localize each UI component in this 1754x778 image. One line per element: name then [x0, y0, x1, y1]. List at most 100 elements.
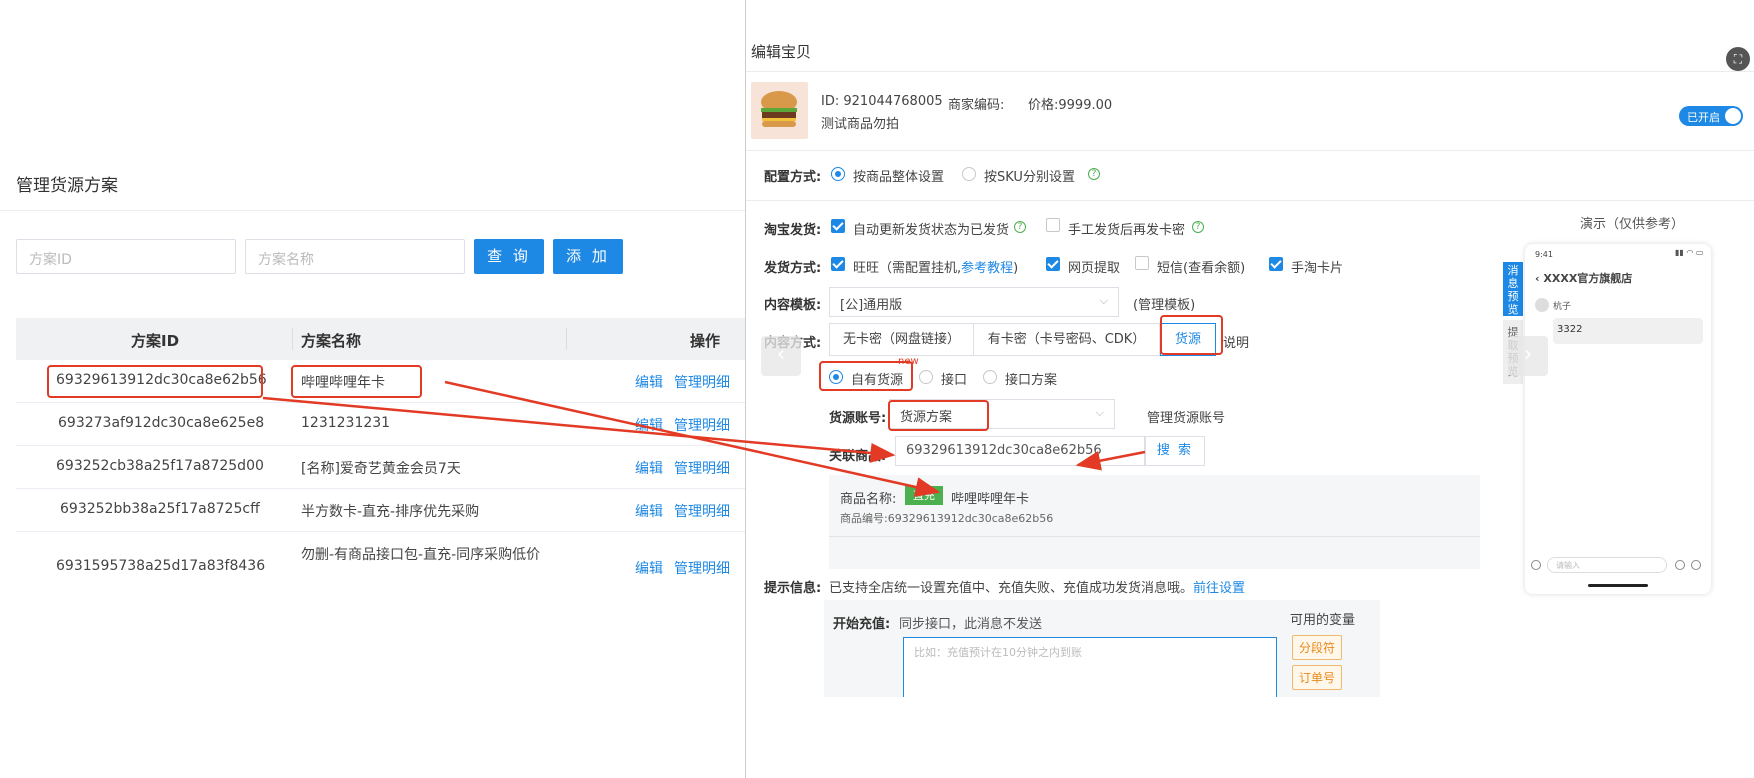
tips-label: 提示信息: — [764, 581, 822, 596]
chevron-down-icon: ⌵ — [1095, 406, 1104, 419]
manage-detail-link[interactable]: 管理明细 — [674, 501, 730, 521]
manage-detail-link[interactable]: 管理明细 — [674, 558, 730, 578]
signal-icon: ▮▮ ◠ ▭ — [1675, 248, 1704, 257]
row-name: [名称]爱奇艺黄金会员7天 — [301, 461, 461, 477]
help-link[interactable]: 说明 — [1223, 332, 1249, 351]
own-source-radio[interactable] — [829, 370, 843, 384]
row-id: 693252cb38a25f17a8725d00 — [56, 458, 264, 474]
row-name: 1231231231 — [301, 415, 391, 431]
go-settings-link[interactable]: 前往设置 — [1193, 581, 1245, 596]
sms-label: 短信 — [1157, 261, 1184, 276]
manage-source-panel: 管理货源方案 方案ID 方案名称 查 询 添 加 方案ID 方案名称 操作 69… — [0, 0, 745, 778]
carousel-prev-icon-left[interactable]: ‹ — [761, 336, 801, 376]
api-radio[interactable] — [919, 370, 933, 384]
carousel-prev-icon[interactable]: › — [1508, 336, 1548, 376]
manage-template-link[interactable]: (管理模板) — [1133, 294, 1195, 313]
add-button[interactable]: 添 加 — [553, 239, 623, 274]
product-image — [751, 82, 808, 139]
page-title: 管理货源方案 — [16, 176, 118, 196]
divider — [746, 150, 1754, 151]
search-button[interactable]: 搜 索 — [1145, 436, 1205, 466]
manual-resend-label: 手工发货后再发卡密 — [1068, 223, 1186, 238]
tips-text: 已支持全店统一设置充值中、充值失败、充值成功发货消息哦。前往设置 — [829, 581, 1246, 596]
divider — [0, 210, 745, 211]
enabled-toggle[interactable]: 已开启 — [1679, 106, 1743, 126]
sms-checkbox[interactable] — [1135, 256, 1149, 270]
help-icon[interactable]: ? — [1088, 168, 1100, 180]
template-select[interactable]: [公]通用版 ⌵ — [829, 287, 1119, 317]
recharge-box: 开始充值: 同步接口，此消息不发送 比如：充值预计在10分钟之内到账 可用的变量… — [824, 600, 1380, 697]
divider — [746, 200, 1754, 201]
source-account-select[interactable]: 货源方案 ⌵ — [889, 399, 1115, 429]
demo-title: 演示（仅供参考） — [1580, 217, 1685, 232]
template-label: 内容模板: — [764, 298, 822, 313]
col-sep — [566, 328, 567, 350]
web-extract-checkbox[interactable] — [1046, 257, 1060, 271]
manage-source-account-link[interactable]: 管理货源账号 — [1147, 407, 1225, 426]
table-row: 693252bb38a25f17a8725cff 半方数卡-直充-排序优先采购 … — [16, 489, 745, 532]
var-order-no[interactable]: 订单号 — [1292, 665, 1343, 690]
new-badge: new — [898, 356, 919, 367]
manage-detail-link[interactable]: 管理明细 — [674, 458, 730, 478]
query-button[interactable]: 查 询 — [474, 239, 544, 274]
col-id: 方案ID — [131, 332, 180, 350]
help-icon[interactable]: ? — [1192, 221, 1204, 233]
edit-item-panel: 编辑宝贝 ⛶ ID: 921044768005 商家编码: 价格:9999.00… — [745, 0, 1754, 778]
recharge-label: 开始充值: — [833, 617, 891, 632]
tutorial-link[interactable]: 参考教程 — [961, 261, 1013, 276]
plan-id-input[interactable]: 方案ID — [16, 239, 236, 274]
config-whole-radio[interactable] — [831, 167, 845, 181]
tab-source[interactable]: 货源 — [1160, 323, 1216, 356]
edit-link[interactable]: 编辑 — [635, 415, 663, 435]
manage-detail-link[interactable]: 管理明细 — [674, 415, 730, 435]
var-segment[interactable]: 分段符 — [1292, 635, 1343, 660]
taobao-card-checkbox[interactable] — [1269, 257, 1283, 271]
config-label: 配置方式: — [764, 170, 822, 185]
table-row: 693252cb38a25f17a8725d00 [名称]爱奇艺黄金会员7天 编… — [16, 446, 745, 489]
plan-name-input[interactable]: 方案名称 — [245, 239, 465, 274]
chat-input[interactable]: 请输入 — [1547, 557, 1667, 573]
row-name: 半方数卡-直充-排序优先采购 — [301, 504, 480, 520]
recharge-textarea[interactable]: 比如：充值预计在10分钟之内到账 — [903, 637, 1277, 697]
web-extract-label: 网页提取 — [1068, 261, 1121, 276]
edit-link[interactable]: 编辑 — [635, 458, 663, 478]
direct-badge: 直充 — [905, 486, 943, 505]
source-account-label: 货源账号: — [829, 411, 887, 426]
tab-no-card[interactable]: 无卡密（网盘链接） — [829, 323, 974, 356]
wangwang-checkbox[interactable] — [831, 257, 845, 271]
result-name-label: 商品名称: — [840, 492, 897, 507]
edit-link[interactable]: 编辑 — [635, 372, 663, 392]
table-header: 方案ID 方案名称 操作 — [16, 318, 745, 360]
edit-link[interactable]: 编辑 — [635, 501, 663, 521]
wangwang-label: 旺旺（需配置挂机,参考教程) — [853, 261, 1019, 276]
fullscreen-icon[interactable]: ⛶ — [1726, 47, 1750, 71]
api-plan-radio[interactable] — [983, 370, 997, 384]
api-label: 接口 — [941, 373, 968, 388]
recharge-note: 同步接口，此消息不发送 — [899, 617, 1043, 632]
tab-message-preview[interactable]: 消息预览 — [1503, 262, 1523, 316]
emoji-icon — [1675, 560, 1685, 570]
config-sku-radio[interactable] — [962, 167, 976, 181]
edit-link[interactable]: 编辑 — [635, 558, 663, 578]
phone-mockup: 9:41 ▮▮ ◠ ▭ ‹ XXXX官方旗舰店 杭子 3322 请输入 — [1525, 244, 1711, 594]
product-name: 测试商品勿拍 — [821, 117, 900, 132]
result-name: 哔哩哔哩年卡 — [951, 492, 1030, 507]
sms-balance-link[interactable]: (查看余额) — [1183, 257, 1245, 276]
phone-time: 9:41 — [1535, 250, 1553, 259]
taobao-card-label: 手淘卡片 — [1291, 261, 1344, 276]
table-row: 6931595738a25d17a83f8436 勿删-有商品接口包-直充-同序… — [16, 532, 745, 582]
table-row: 693273af912dc30ca8e625e8 1231231231 编辑 管… — [16, 403, 745, 446]
linked-product-input[interactable]: 69329613912dc30ca8e62b56 — [895, 436, 1145, 466]
vars-title: 可用的变量 — [1290, 613, 1356, 628]
taobao-ship-label: 淘宝发货: — [764, 223, 822, 238]
panel-title: 编辑宝贝 — [751, 43, 812, 61]
tab-card[interactable]: 有卡密（卡号密码、CDK） — [974, 323, 1160, 356]
auto-update-checkbox[interactable] — [831, 219, 845, 233]
merchant-code-label: 商家编码: — [948, 98, 1005, 113]
manage-detail-link[interactable]: 管理明细 — [674, 372, 730, 392]
chevron-down-icon: ⌵ — [1099, 294, 1108, 307]
help-icon[interactable]: ? — [1014, 221, 1026, 233]
voice-icon — [1531, 560, 1541, 570]
result-box: 商品名称: 直充 哔哩哔哩年卡 商品编号:69329613912dc30ca8e… — [829, 475, 1480, 569]
manual-resend-checkbox[interactable] — [1046, 218, 1060, 232]
